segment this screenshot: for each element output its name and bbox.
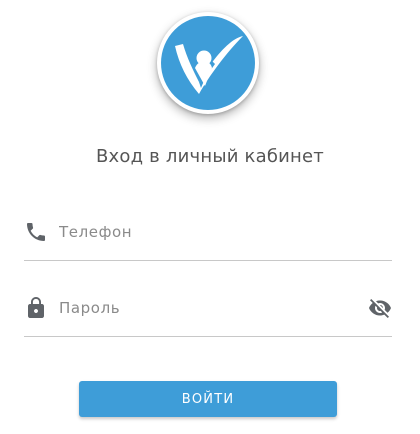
- phone-field: [24, 220, 392, 261]
- logo: [157, 12, 259, 114]
- eye-off-icon[interactable]: [368, 296, 392, 320]
- login-button[interactable]: ВОЙТИ: [79, 381, 337, 417]
- person-check-logo-icon: [161, 16, 255, 110]
- phone-input[interactable]: [59, 220, 359, 244]
- password-field: [24, 296, 392, 337]
- phone-icon: [27, 223, 45, 241]
- page-title: Вход в личный кабинет: [96, 146, 324, 167]
- login-page: Вход в личный кабинет ВОЙТИ: [0, 0, 420, 434]
- password-input[interactable]: [59, 296, 359, 320]
- lock-icon: [28, 297, 44, 318]
